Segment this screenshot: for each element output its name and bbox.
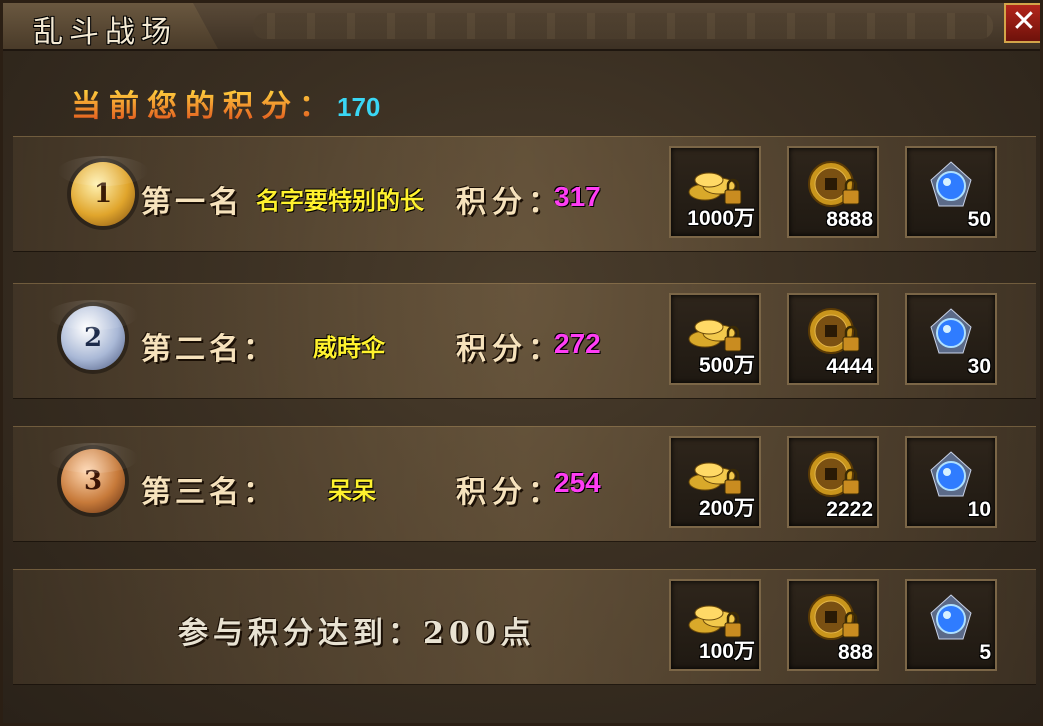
reward-count: 500万 [698, 354, 755, 377]
reward-count: 100万 [698, 640, 755, 663]
player-name: 呆呆 [328, 477, 376, 505]
close-button[interactable]: ✕ [1004, 3, 1040, 43]
window-title: 乱斗战场 [33, 15, 177, 50]
reward-slot-coin[interactable]: 4444 [787, 293, 879, 385]
reward-count: 10 [967, 498, 991, 521]
reward-count: 888 [837, 641, 873, 664]
copper-coin-lock-icon [808, 451, 860, 497]
reward-slot-crystal[interactable]: 10 [905, 436, 997, 528]
reward-slot-crystal[interactable]: 50 [905, 146, 997, 238]
silver-medal-icon: 2 [48, 300, 138, 370]
reward-count: 5 [979, 641, 991, 664]
score-label: 积分： [456, 185, 564, 220]
reward-slot-coin[interactable]: 888 [787, 579, 879, 671]
score-value: 272 [554, 328, 601, 359]
reward-slot-gold[interactable]: 200万 [669, 436, 761, 528]
rank-label: 第一名 [141, 185, 243, 220]
blue-crystal-icon [930, 451, 972, 497]
current-score-label: 当前您的积分： [71, 89, 337, 124]
reward-count: 4444 [826, 355, 873, 378]
medal-number: 2 [83, 323, 103, 353]
reward-slot-coin[interactable]: 8888 [787, 146, 879, 238]
player-name: 威時伞 [313, 334, 385, 362]
medal-number: 3 [83, 466, 103, 496]
reward-count: 1000万 [687, 207, 755, 230]
score-value: 254 [554, 467, 601, 498]
copper-coin-lock-icon [808, 594, 860, 640]
blue-crystal-icon [930, 161, 972, 207]
reward-slot-gold[interactable]: 500万 [669, 293, 761, 385]
reward-slot-gold[interactable]: 100万 [669, 579, 761, 671]
reward-slot-coin[interactable]: 2222 [787, 436, 879, 528]
rank-label: 第三名： [141, 475, 277, 510]
reward-slot-gold[interactable]: 1000万 [669, 146, 761, 238]
reward-slot-crystal[interactable]: 30 [905, 293, 997, 385]
rank-label: 第二名： [141, 332, 277, 367]
battlefield-panel: 乱斗战场 ✕ 当前您的积分：170 1 第一名 名字要特别的长 积分： 317 … [0, 0, 1043, 726]
reward-count: 8888 [826, 208, 873, 231]
reward-slot-crystal[interactable]: 5 [905, 579, 997, 671]
reward-count: 30 [967, 355, 991, 378]
title-bar: 乱斗战场 ✕ [3, 3, 1040, 51]
gold-medal-icon: 1 [58, 156, 148, 226]
current-score-value: 170 [337, 92, 381, 122]
bronze-medal-icon: 3 [48, 443, 138, 513]
copper-coin-lock-icon [808, 308, 860, 354]
reward-count: 200万 [698, 497, 755, 520]
rank-row-2: 2 第二名： 威時伞 积分： 272 500万 4444 30 [13, 283, 1036, 399]
reward-count: 50 [967, 208, 991, 231]
score-label: 积分： [456, 332, 564, 367]
participation-threshold: 参与积分达到：200点 [178, 616, 536, 651]
title-ornament [253, 13, 993, 39]
blue-crystal-icon [930, 308, 972, 354]
participation-row: 参与积分达到：200点 100万 888 5 [13, 569, 1036, 685]
score-value: 317 [554, 181, 601, 212]
player-name: 名字要特别的长 [256, 187, 424, 215]
score-label: 积分： [456, 475, 564, 510]
medal-number: 1 [93, 179, 113, 209]
current-score: 当前您的积分：170 [71, 81, 380, 125]
copper-coin-lock-icon [808, 161, 860, 207]
reward-count: 2222 [826, 498, 873, 521]
blue-crystal-icon [930, 594, 972, 640]
rank-row-3: 3 第三名： 呆呆 积分： 254 200万 2222 10 [13, 426, 1036, 542]
rank-row-1: 1 第一名 名字要特别的长 积分： 317 1000万 8888 50 [13, 136, 1036, 252]
